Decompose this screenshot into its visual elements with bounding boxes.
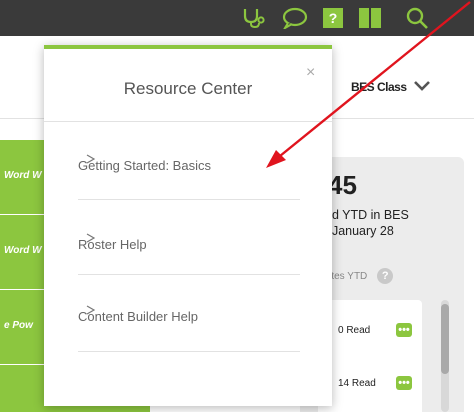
close-icon[interactable]: ×	[306, 64, 315, 82]
list-item-text: 14 Read	[338, 377, 376, 389]
help-icon[interactable]: ?	[322, 7, 344, 29]
scrollbar-thumb[interactable]	[441, 304, 449, 374]
resource-center-modal: Resource Center × Getting Started: Basic…	[44, 45, 332, 406]
link-getting-started[interactable]: Getting Started: Basics	[78, 158, 211, 173]
stat-number: 45	[328, 170, 357, 200]
class-select-label: BES Class	[351, 80, 407, 94]
more-options-icon[interactable]: •••	[396, 376, 412, 390]
cursor-mark-icon	[86, 154, 96, 164]
list-item: 0 Read •••	[318, 321, 422, 339]
chevron-down-icon	[413, 80, 431, 95]
list-item: 14 Read •••	[318, 374, 422, 392]
modal-title: Resource Center	[123, 79, 253, 98]
activity-item-label: e Pow	[4, 320, 33, 331]
question-circle-icon[interactable]: ?	[377, 268, 394, 284]
link-divider	[78, 351, 300, 352]
stat-caption-line1: ad YTD in BES	[325, 208, 409, 222]
help-icon-glyph: ?	[329, 10, 338, 26]
chat-bubble-icon[interactable]	[281, 7, 309, 29]
stat-caption-line2: f January 28	[325, 224, 394, 238]
stethoscope-icon[interactable]	[241, 7, 267, 29]
list-item-text: 0 Read	[338, 324, 371, 336]
more-options-icon[interactable]: •••	[396, 323, 412, 337]
activity-item-label: Word W	[4, 170, 42, 181]
book-icon[interactable]	[358, 7, 382, 29]
top-nav-bar: ?	[0, 0, 474, 38]
class-select-dropdown[interactable]: BES Class	[351, 77, 431, 97]
cursor-mark-icon	[86, 305, 96, 315]
link-divider	[78, 274, 300, 275]
reading-list	[318, 300, 422, 412]
search-icon[interactable]	[405, 7, 429, 29]
cursor-mark-icon	[86, 233, 96, 243]
modal-divider	[44, 121, 332, 122]
activity-item-label: Word W	[4, 245, 42, 256]
link-divider	[78, 199, 300, 200]
list-scrollbar[interactable]	[441, 300, 449, 412]
